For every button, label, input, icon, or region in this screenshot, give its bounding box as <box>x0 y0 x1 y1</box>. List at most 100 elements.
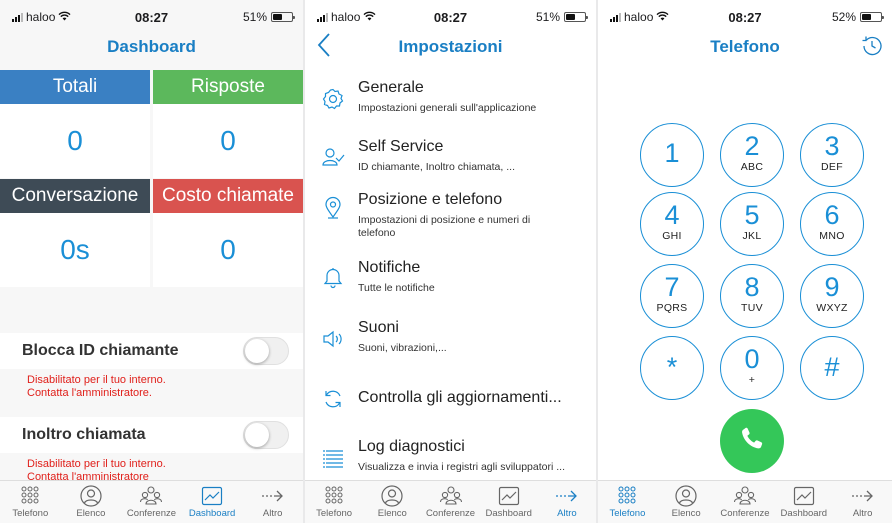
more-arrow-icon <box>833 484 892 508</box>
stat-label: Costo chiamate <box>153 179 303 213</box>
stat-tile-risposte[interactable]: Risposte 0 <box>153 70 303 178</box>
more-arrow-icon <box>538 484 596 508</box>
battery-indicator: 51% <box>536 10 588 24</box>
setting-warning: Disabilitato per il tuo interno. Contatt… <box>27 458 297 480</box>
tab-label: Altro <box>852 508 873 519</box>
carrier-indicator: haloo <box>12 10 71 24</box>
dial-key-4[interactable]: 4 GHI <box>640 192 704 256</box>
settings-item-subtitle: ID chiamante, Inoltro chiamata, ... <box>358 161 515 173</box>
page-title: Telefono <box>710 37 780 56</box>
stat-value: 0s <box>0 213 150 287</box>
phone-icon <box>738 425 766 458</box>
battery-indicator: 52% <box>831 10 884 24</box>
history-clock-icon[interactable] <box>860 34 884 58</box>
stat-tile-costo[interactable]: Costo chiamate 0 <box>153 179 303 287</box>
inoltro-toggle[interactable] <box>243 421 289 449</box>
keypad-icon <box>0 484 61 508</box>
dial-key-7[interactable]: 7 PQRS <box>640 264 704 328</box>
keypad-icon <box>598 484 657 508</box>
tab-conferenze[interactable]: Conferenze <box>121 481 182 523</box>
contact-icon <box>363 484 421 508</box>
stat-value: 0 <box>153 104 303 178</box>
settings-item-subtitle: Impostazioni di posizione e numeri di te… <box>358 214 531 239</box>
dial-key-6[interactable]: 6 MNO <box>800 192 864 256</box>
refresh-icon <box>321 387 345 411</box>
call-button[interactable] <box>720 409 784 473</box>
keypad-icon <box>305 484 363 508</box>
dial-key-2[interactable]: 2 ABC <box>720 123 784 187</box>
tab-elenco[interactable]: Elenco <box>363 481 421 523</box>
tab-dashboard[interactable]: Dashboard <box>182 481 243 523</box>
tab-label: Conferenze <box>425 508 476 519</box>
dial-key-5[interactable]: 5 JKL <box>720 192 784 256</box>
tab-label: Telefono <box>316 508 353 519</box>
carrier-name: haloo <box>26 10 56 24</box>
tab-dashboard[interactable]: Dashboard <box>774 481 833 523</box>
settings-item-title: Posizione e telefono <box>358 191 503 208</box>
battery-percent: 51% <box>242 10 267 24</box>
dial-key-3[interactable]: 3 DEF <box>800 123 864 187</box>
tab-dashboard[interactable]: Dashboard <box>480 481 538 523</box>
settings-item-aggiornamenti[interactable]: Controlla gli aggiornamenti... <box>305 387 596 415</box>
setting-warning: Disabilitato per il tuo interno. Contatt… <box>27 374 297 400</box>
warning-line: Disabilitato per il tuo interno. <box>27 374 166 386</box>
settings-item-suoni[interactable]: Suoni Suoni, vibrazioni,... <box>305 318 596 358</box>
tab-bar: Telefono Elenco Conferenze Dashboard Alt… <box>598 480 892 523</box>
page-title: Impostazioni <box>398 37 503 56</box>
battery-percent: 52% <box>831 10 856 24</box>
user-check-icon <box>321 145 345 169</box>
warning-line: Contatta l'amministratore <box>27 471 149 480</box>
settings-item-log[interactable]: Log diagnostici Visualizza e invia i reg… <box>305 437 596 477</box>
settings-item-generale[interactable]: Generale Impostazioni generali sull'appl… <box>305 78 596 124</box>
settings-item-posizione[interactable]: Posizione e telefono Impostazioni di pos… <box>305 190 596 248</box>
dial-key-8[interactable]: 8 TUV <box>720 264 784 328</box>
chart-icon <box>182 484 243 508</box>
dial-key-1[interactable]: 1 <box>640 123 704 187</box>
nav-bar: Telefono <box>598 28 892 66</box>
status-bar: haloo 08:27 51% <box>305 0 596 28</box>
status-bar: haloo 08:27 52% <box>598 0 892 28</box>
carrier-name: haloo <box>331 10 361 24</box>
stat-label: Totali <box>0 70 150 104</box>
dial-key-9[interactable]: 9 WXYZ <box>800 264 864 328</box>
tab-telefono[interactable]: Telefono <box>0 481 61 523</box>
tab-telefono[interactable]: Telefono <box>305 481 363 523</box>
tab-label: Dashboard <box>780 508 828 519</box>
chart-icon <box>774 484 833 508</box>
stat-tile-totali[interactable]: Totali 0 <box>0 70 150 178</box>
warning-line: Disabilitato per il tuo interno. <box>27 458 166 470</box>
tab-label: Dashboard <box>485 508 532 519</box>
battery-indicator: 51% <box>242 10 295 24</box>
blocca-id-toggle[interactable] <box>243 337 289 365</box>
settings-item-title: Suoni <box>358 319 399 336</box>
tab-label: Altro <box>557 508 577 519</box>
tab-altro[interactable]: Altro <box>833 481 892 523</box>
settings-item-notifiche[interactable]: Notifiche Tutte le notifiche <box>305 258 596 298</box>
settings-item-subtitle: Suoni, vibrazioni,... <box>358 342 447 354</box>
carrier-indicator: haloo <box>610 10 669 24</box>
tab-altro[interactable]: Altro <box>538 481 596 523</box>
carrier-indicator: haloo <box>317 10 376 24</box>
tab-telefono[interactable]: Telefono <box>598 481 657 523</box>
dial-key-star[interactable]: * <box>640 336 704 400</box>
more-arrow-icon <box>242 484 303 508</box>
tab-conferenze[interactable]: Conferenze <box>716 481 775 523</box>
carrier-name: haloo <box>624 10 654 24</box>
setting-row-blocca-id: Blocca ID chiamante <box>0 333 303 369</box>
settings-item-self-service[interactable]: Self Service ID chiamante, Inoltro chiam… <box>305 137 596 183</box>
dial-key-0[interactable]: 0 + <box>720 336 784 400</box>
tab-elenco[interactable]: Elenco <box>657 481 716 523</box>
gear-icon <box>321 87 345 111</box>
warning-line: Contatta l'amministratore. <box>27 387 152 399</box>
battery-icon <box>271 12 295 22</box>
page-title: Dashboard <box>107 37 196 56</box>
stat-tile-conversazione[interactable]: Conversazione 0s <box>0 179 150 287</box>
dial-key-hash[interactable]: # <box>800 336 864 400</box>
tab-conferenze[interactable]: Conferenze <box>421 481 479 523</box>
stat-value: 0 <box>153 213 303 287</box>
tab-altro[interactable]: Altro <box>242 481 303 523</box>
battery-icon <box>860 12 884 22</box>
tab-elenco[interactable]: Elenco <box>61 481 122 523</box>
settings-item-title: Log diagnostici <box>358 438 465 455</box>
settings-item-subtitle: Visualizza e invia i registri agli svilu… <box>358 461 565 473</box>
